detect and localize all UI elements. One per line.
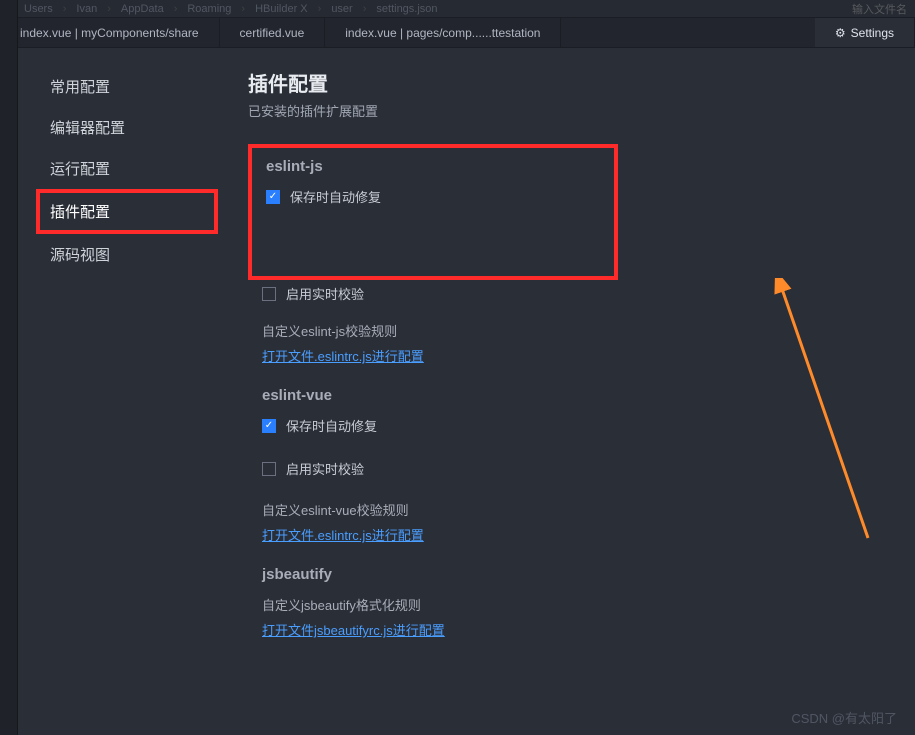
breadcrumb: Users› Ivan› AppData› Roaming› HBuilder …: [0, 0, 915, 18]
eslint-js-section-highlight: eslint-js 保存时自动修复: [248, 144, 618, 280]
checkbox-unchecked-icon[interactable]: [262, 462, 276, 476]
crumb[interactable]: Ivan: [76, 3, 97, 15]
crumb[interactable]: Users: [24, 3, 53, 15]
crumb[interactable]: settings.json: [376, 3, 437, 15]
crumb[interactable]: Roaming: [187, 3, 231, 15]
tab-index-share[interactable]: index.vue | myComponents/share: [0, 18, 220, 47]
tab-settings-label: Settings: [851, 26, 894, 40]
eslint-vue-head: eslint-vue: [262, 387, 885, 404]
settings-content: 插件配置 已安装的插件扩展配置 eslint-js 保存时自动修复 启用实时校验…: [218, 48, 915, 735]
eslint-js-head: eslint-js: [266, 158, 600, 175]
crumb[interactable]: HBuilder X: [255, 3, 308, 15]
crumb[interactable]: user: [331, 3, 352, 15]
eslint-vue-autofix-label: 保存时自动修复: [286, 416, 377, 435]
jsbeautify-rule-label: 自定义jsbeautify格式化规则: [262, 595, 885, 614]
search-hint[interactable]: 输入文件名: [852, 1, 907, 17]
eslint-vue-realtime-row[interactable]: 启用实时校验: [262, 459, 885, 478]
checkbox-unchecked-icon[interactable]: [262, 287, 276, 301]
eslint-js-realtime-row[interactable]: 启用实时校验: [262, 284, 885, 303]
checkbox-checked-icon[interactable]: [262, 419, 276, 433]
sidebar-item-common[interactable]: 常用配置: [50, 66, 218, 107]
tab-index-attestation[interactable]: index.vue | pages/comp......ttestation: [325, 18, 561, 47]
tab-bar: index.vue | myComponents/share certified…: [0, 18, 915, 48]
eslint-js-autofix-label: 保存时自动修复: [290, 187, 381, 206]
eslint-js-autofix-row[interactable]: 保存时自动修复: [266, 187, 600, 206]
tab-settings[interactable]: Settings: [815, 18, 915, 47]
jsbeautify-rule-link[interactable]: 打开文件jsbeautifyrc.js进行配置: [262, 620, 885, 639]
page-title: 插件配置: [248, 68, 885, 97]
eslint-js-rule-label: 自定义eslint-js校验规则: [262, 321, 885, 340]
eslint-js-realtime-label: 启用实时校验: [286, 284, 364, 303]
gear-icon: [835, 26, 846, 40]
eslint-vue-realtime-label: 启用实时校验: [286, 459, 364, 478]
sidebar-item-plugins[interactable]: 插件配置: [36, 189, 218, 234]
watermark: CSDN @有太阳了: [791, 708, 897, 727]
eslint-js-rule-link[interactable]: 打开文件.eslintrc.js进行配置: [262, 346, 885, 365]
sidebar-item-run[interactable]: 运行配置: [50, 148, 218, 189]
crumb[interactable]: AppData: [121, 3, 164, 15]
eslint-vue-rule-label: 自定义eslint-vue校验规则: [262, 500, 885, 519]
activity-bar[interactable]: [0, 0, 18, 735]
page-subtitle: 已安装的插件扩展配置: [248, 101, 885, 120]
sidebar-item-source[interactable]: 源码视图: [50, 234, 218, 275]
eslint-vue-autofix-row[interactable]: 保存时自动修复: [262, 416, 885, 435]
sidebar-item-editor[interactable]: 编辑器配置: [50, 107, 218, 148]
checkbox-checked-icon[interactable]: [266, 190, 280, 204]
eslint-vue-rule-link[interactable]: 打开文件.eslintrc.js进行配置: [262, 525, 885, 544]
tab-certified[interactable]: certified.vue: [220, 18, 326, 47]
jsbeautify-head: jsbeautify: [262, 566, 885, 583]
settings-sidebar: 常用配置 编辑器配置 运行配置 插件配置 源码视图: [18, 48, 218, 735]
